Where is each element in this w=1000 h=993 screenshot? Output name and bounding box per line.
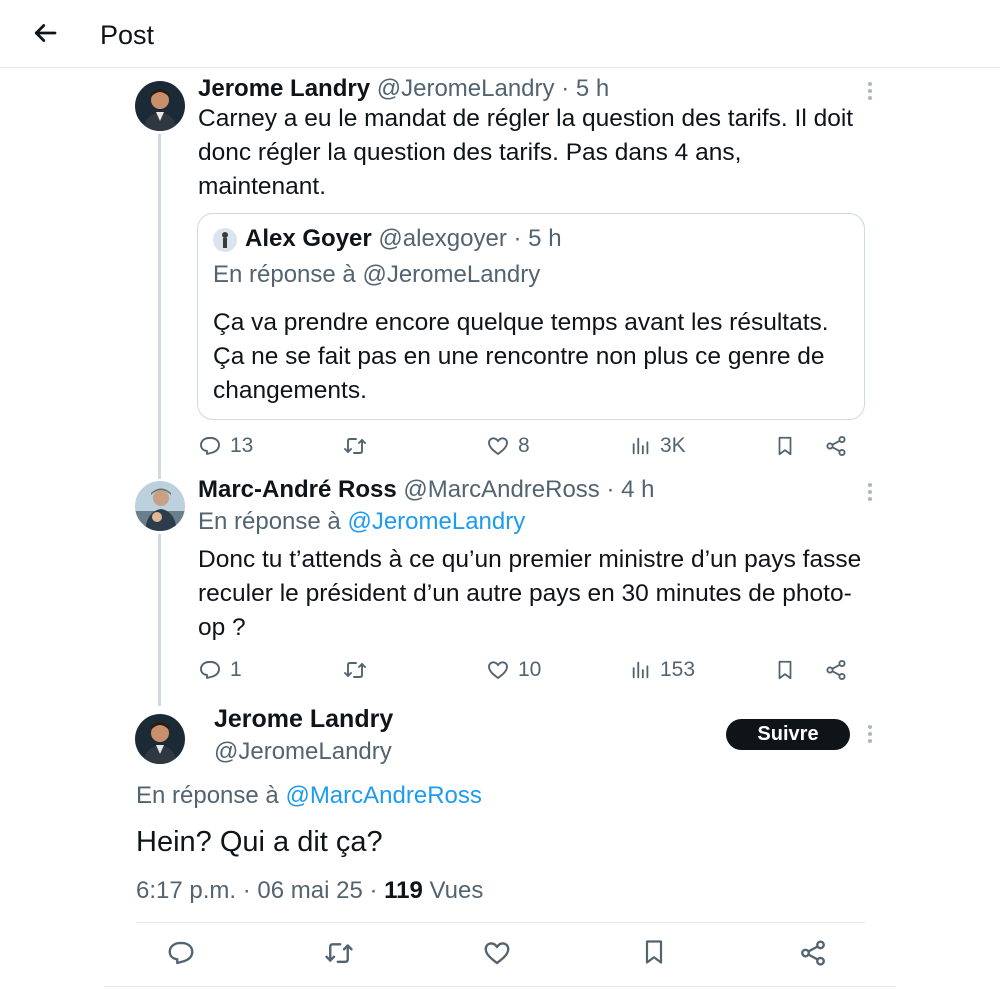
like-icon <box>486 658 510 682</box>
main-tweet-actions <box>136 938 865 972</box>
retweet-button[interactable] <box>343 431 367 461</box>
like-icon <box>482 938 512 968</box>
more-icon <box>858 79 882 103</box>
views-icon <box>630 435 652 457</box>
retweet-button[interactable] <box>324 938 358 972</box>
avatar[interactable] <box>135 714 185 764</box>
more-icon <box>858 480 882 504</box>
divider <box>136 922 865 923</box>
bookmark-icon <box>774 435 796 457</box>
author-name[interactable]: Marc-André Ross <box>198 476 397 503</box>
quoted-tweet[interactable]: Alex Goyer @alexgoyer · 5 h En réponse à… <box>197 213 865 420</box>
more-button[interactable] <box>858 722 882 746</box>
back-button[interactable] <box>30 18 60 48</box>
views-count: 3K <box>660 434 686 457</box>
author-name[interactable]: Jerome Landry <box>214 705 393 734</box>
author-handle[interactable]: @JeromeLandry <box>214 738 392 766</box>
like-count: 10 <box>518 658 542 681</box>
bookmark-button[interactable] <box>640 938 674 972</box>
views-label: Vues <box>429 877 484 904</box>
tweet-text: Carney a eu le mandat de régler la quest… <box>198 105 854 200</box>
reply-icon <box>198 658 222 682</box>
quote-time: · 5 h <box>513 225 562 252</box>
author-handle[interactable]: @JeromeLandry <box>377 75 555 102</box>
thread-line <box>158 534 161 706</box>
like-count: 8 <box>518 434 530 457</box>
reply-icon <box>198 434 222 458</box>
quote-author-name: Alex Goyer <box>245 225 372 252</box>
bookmark-button[interactable] <box>774 431 796 461</box>
bookmark-icon <box>774 659 796 681</box>
reply-prefix: En réponse à <box>136 782 279 809</box>
views-icon <box>630 659 652 681</box>
tweet-text: Hein? Qui a dit ça? <box>136 826 383 858</box>
share-button[interactable] <box>824 655 848 685</box>
quote-reply-context: En réponse à @JeromeLandry <box>213 261 540 289</box>
tweet-actions: 13 8 3K <box>198 431 858 461</box>
tweet-time[interactable]: · 4 h <box>606 476 654 503</box>
reply-mention-link[interactable]: @MarcAndreRoss <box>285 782 481 809</box>
tweet-meta: 6:17 p.m. · 06 mai 25 · 119 Vues <box>136 877 483 905</box>
back-arrow-icon <box>34 24 57 42</box>
reply-icon <box>166 938 196 968</box>
reply-button[interactable]: 1 <box>198 655 242 685</box>
page-title: Post <box>100 20 155 50</box>
like-icon <box>486 434 510 458</box>
reply-prefix: En réponse à <box>213 261 356 288</box>
reply-button[interactable]: 13 <box>198 431 253 461</box>
quote-text: Ça va prendre encore quelque temps avant… <box>213 309 829 404</box>
reply-context: En réponse à @MarcAndreRoss <box>136 782 482 810</box>
tweet-date[interactable]: 06 mai 25 <box>257 877 362 904</box>
quote-author-handle: @alexgoyer <box>378 225 507 252</box>
retweet-icon <box>343 658 367 682</box>
views-button[interactable]: 3K <box>630 431 686 461</box>
tweet-header: Jerome Landry @JeromeLandry · 5 h <box>198 74 609 104</box>
tweet-actions: 1 10 153 <box>198 655 858 685</box>
meta-separator: · <box>242 877 251 904</box>
avatar[interactable] <box>135 81 185 131</box>
more-icon <box>858 722 882 746</box>
author-handle[interactable]: @MarcAndreRoss <box>403 476 599 503</box>
bookmark-icon <box>640 938 668 966</box>
bookmark-button[interactable] <box>774 655 796 685</box>
tweet-time[interactable]: · 5 h <box>561 75 609 102</box>
reply-prefix: En réponse à <box>198 508 341 535</box>
quote-header: Alex Goyer @alexgoyer · 5 h <box>245 224 562 254</box>
meta-separator: · <box>369 877 378 904</box>
views-button[interactable]: 153 <box>630 655 695 685</box>
avatar[interactable] <box>135 481 185 531</box>
like-button[interactable]: 8 <box>486 431 530 461</box>
views-count: 153 <box>660 658 696 681</box>
tweet-time[interactable]: 6:17 p.m. <box>136 877 236 904</box>
like-button[interactable]: 10 <box>486 655 541 685</box>
share-icon <box>824 434 848 458</box>
reply-count: 13 <box>230 434 254 457</box>
like-button[interactable] <box>482 938 516 972</box>
tweet-header: Marc-André Ross @MarcAndreRoss · 4 h <box>198 475 655 505</box>
retweet-button[interactable] <box>343 655 367 685</box>
more-button[interactable] <box>858 79 882 103</box>
reply-mention: @JeromeLandry <box>362 261 541 288</box>
share-icon <box>824 658 848 682</box>
retweet-icon <box>343 434 367 458</box>
top-bar: Post <box>0 0 1000 68</box>
reply-mention-link[interactable]: @JeromeLandry <box>347 508 525 535</box>
retweet-icon <box>324 938 354 968</box>
author-name[interactable]: Jerome Landry <box>198 75 370 102</box>
reply-count: 1 <box>230 658 242 681</box>
follow-button[interactable]: Suivre <box>726 719 850 750</box>
divider <box>104 986 896 987</box>
views-count: 119 <box>384 877 423 904</box>
share-button[interactable] <box>824 431 848 461</box>
more-button[interactable] <box>858 480 882 504</box>
reply-button[interactable] <box>166 938 200 972</box>
reply-context: En réponse à @JeromeLandry <box>198 508 525 536</box>
share-button[interactable] <box>798 938 832 972</box>
share-icon <box>798 938 828 968</box>
tweet-text: Donc tu t’attends à ce qu’un premier min… <box>198 546 862 641</box>
avatar <box>213 228 237 252</box>
thread-line <box>158 134 161 479</box>
